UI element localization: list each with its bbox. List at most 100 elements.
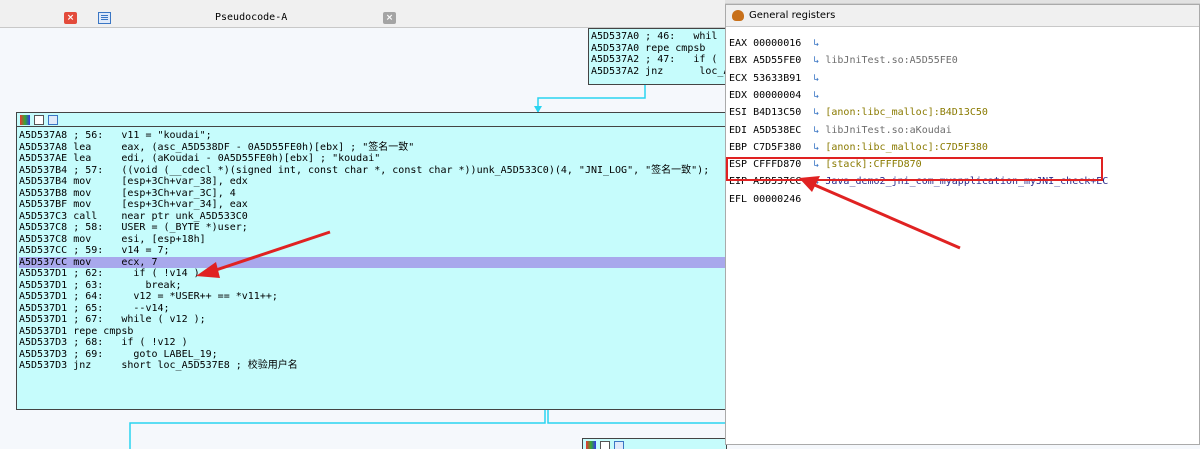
ida-debugger-window: × Pseudocode-A × A5D537A0 ; 46: whil A5D… [0,0,1200,449]
code-op: ; 69: [67,348,104,360]
upper-code-block[interactable]: A5D537A0 ; 46: whil A5D537A0 repe cmpsb … [588,28,729,85]
code-address: A5D537C8 [19,222,68,233]
code-address: A5D537CC [19,245,68,256]
code-line[interactable]: A5D537BF mov [esp+3Ch+var_34], eax [19,199,725,211]
code-line[interactable]: A5D537B4 ; 57: ((void (__cdecl *)(signed… [19,165,725,177]
graph-view[interactable]: A5D537A0 ; 46: whil A5D537A0 repe cmpsb … [0,28,729,449]
register-row-ecx[interactable]: ECX 53633B91 ↳ [729,72,825,86]
code-line[interactable]: A5D537D1 ; 63: break; [19,280,725,292]
code-line[interactable]: A5D537D3 ; 69: goto LABEL_19; [19,349,725,361]
code-operand: v12 = *USER++ == *v11++; [103,291,278,302]
code-line[interactable]: A5D537D1 ; 67: while ( v12 ); [19,314,725,326]
jump-icon[interactable]: ↳ [801,90,825,101]
tab-pseudocode-a[interactable]: Pseudocode-A [215,12,287,23]
code-operand: USER = (_BYTE *)user; [103,222,248,233]
code-address: A5D537D1 [19,302,68,314]
edit-icon[interactable] [600,441,610,449]
register-row-edx[interactable]: EDX 00000004 ↳ [729,89,825,103]
register-value[interactable]: B4D13C50 [753,107,801,118]
code-address: A5D537D1 [19,268,68,279]
block-header [583,439,726,449]
eip-highlight-box [726,157,1103,181]
code-address: A5D537D1 [19,325,68,337]
code-op: mov [67,199,92,210]
code-operand: [esp+3Ch+var_34], eax [91,199,248,210]
code-line[interactable]: A5D537D1 ; 62: if ( !v14 ) [19,268,725,280]
jump-icon[interactable]: ↳ [801,107,825,118]
code-line[interactable]: A5D537C8 ; 58: USER = (_BYTE *)user; [19,222,725,234]
color-icon[interactable] [586,441,596,449]
code-address: A5D537B4 [19,164,68,176]
code-op: mov [67,176,92,187]
code-line[interactable]: A5D537D1 ; 64: v12 = *USER++ == *v11++; [19,291,725,303]
register-row-eax[interactable]: EAX 00000016 ↳ [729,37,825,51]
register-reference[interactable]: libJniTest.so:aKoudai [825,125,951,136]
register-row-ebx[interactable]: EBX A5D55FE0 ↳ libJniTest.so:A5D55FE0 [729,54,958,68]
code-op: ; 62: [67,268,104,279]
code-address: A5D537D3 [19,360,68,371]
register-value[interactable]: 00000016 [753,38,801,49]
register-row-ebp[interactable]: EBP C7D5F380 ↳ [anon:libc_malloc]:C7D5F3… [729,141,988,155]
code-op: ; 68: [67,337,104,348]
lower-code-block[interactable] [582,438,727,449]
jump-icon[interactable]: ↳ [801,125,825,136]
code-line: A5D537A0 ; 46: whil [591,31,718,42]
main-code-block[interactable]: A5D537A8 ; 56: v11 = "koudai"; A5D537A8 l… [16,112,726,410]
register-row-esi[interactable]: ESI B4D13C50 ↳ [anon:libc_malloc]:B4D13C… [729,106,988,120]
register-reference[interactable]: [anon:libc_malloc]:C7D5F380 [825,142,988,153]
code-operand: edi, (aKoudai - 0A5D55FE0h)[ebx] ; "koud… [91,153,381,164]
code-line[interactable]: A5D537D1 repe cmpsb [19,326,725,338]
register-value[interactable]: A5D55FE0 [753,55,801,66]
code-operand: --v14; [103,302,170,314]
code-address: A5D537C3 [19,210,68,222]
register-reference[interactable]: [anon:libc_malloc]:B4D13C50 [825,107,988,118]
register-value[interactable]: 00000246 [753,194,801,205]
graph-icon[interactable] [614,441,624,449]
code-line[interactable]: A5D537CC ; 59: v14 = 7; [19,245,725,257]
code-operand: [esp+3Ch+var_38], edx [91,176,248,187]
code-address: A5D537D3 [19,337,68,348]
code-op: repe cmpsb [67,325,134,337]
jump-icon[interactable]: ↳ [801,142,825,153]
code-line[interactable]: A5D537B4 mov [esp+3Ch+var_38], edx [19,176,725,188]
register-row-edi[interactable]: EDI A5D538EC ↳ libJniTest.so:aKoudai [729,124,952,138]
code-line[interactable]: A5D537D3 jnz short loc_A5D537E8 ; 校验用户名 [19,360,725,372]
code-line[interactable]: A5D537D1 ; 65: --v14; [19,303,725,315]
graph-icon[interactable] [48,115,58,125]
code-line[interactable]: A5D537A8 lea eax, (asc_A5D538DF - 0A5D55… [19,142,725,154]
close-tab-icon[interactable]: × [383,12,396,24]
jump-icon[interactable]: ↳ [801,38,825,49]
code-line[interactable]: A5D537B8 mov [esp+3Ch+var_3C], 4 [19,188,725,200]
code-operand: short loc_A5D537E8 ; 校验用户名 [91,360,298,371]
code-operand: goto LABEL_19; [103,348,218,360]
close-icon[interactable]: × [64,12,77,24]
register-value[interactable]: C7D5F380 [753,142,801,153]
code-op: call [67,210,98,222]
register-name: EAX [729,38,754,49]
code-line[interactable]: A5D537C3 call near ptr unk_A5D533C0 [19,211,725,223]
register-value[interactable]: 53633B91 [753,73,801,84]
jump-icon[interactable]: ↳ [801,73,825,84]
register-name: EBX [729,55,754,67]
code-op: lea [67,153,92,164]
code-line[interactable]: A5D537D3 ; 68: if ( !v12 ) [19,337,725,349]
register-name: ESI [729,107,754,119]
register-value[interactable]: A5D538EC [753,125,801,136]
edit-icon[interactable] [34,115,44,125]
color-icon[interactable] [20,115,30,125]
register-reference[interactable]: libJniTest.so:A5D55FE0 [825,55,957,66]
register-value[interactable]: 00000004 [753,90,801,101]
code-operand: v11 = "koudai"; [103,130,212,141]
code-op: ; 64: [67,291,104,302]
code-op: ; 59: [67,245,104,256]
jump-icon[interactable]: ↳ [801,55,825,66]
code-line[interactable]: A5D537A8 ; 56: v11 = "koudai"; [19,130,725,142]
code-operand: ((void (__cdecl *)(signed int, const cha… [103,164,710,176]
code-line[interactable]: A5D537AE lea edi, (aKoudai - 0A5D55FE0h)… [19,153,725,165]
code-line[interactable]: A5D537CC mov ecx, 7 [19,256,725,268]
code-op: mov [67,256,92,268]
register-name: EBP [729,141,754,153]
code-operand: ecx, 7 [91,256,158,268]
register-row-efl[interactable]: EFL 00000246 [729,193,801,207]
code-line[interactable]: A5D537C8 mov esi, [esp+18h] [19,234,725,246]
